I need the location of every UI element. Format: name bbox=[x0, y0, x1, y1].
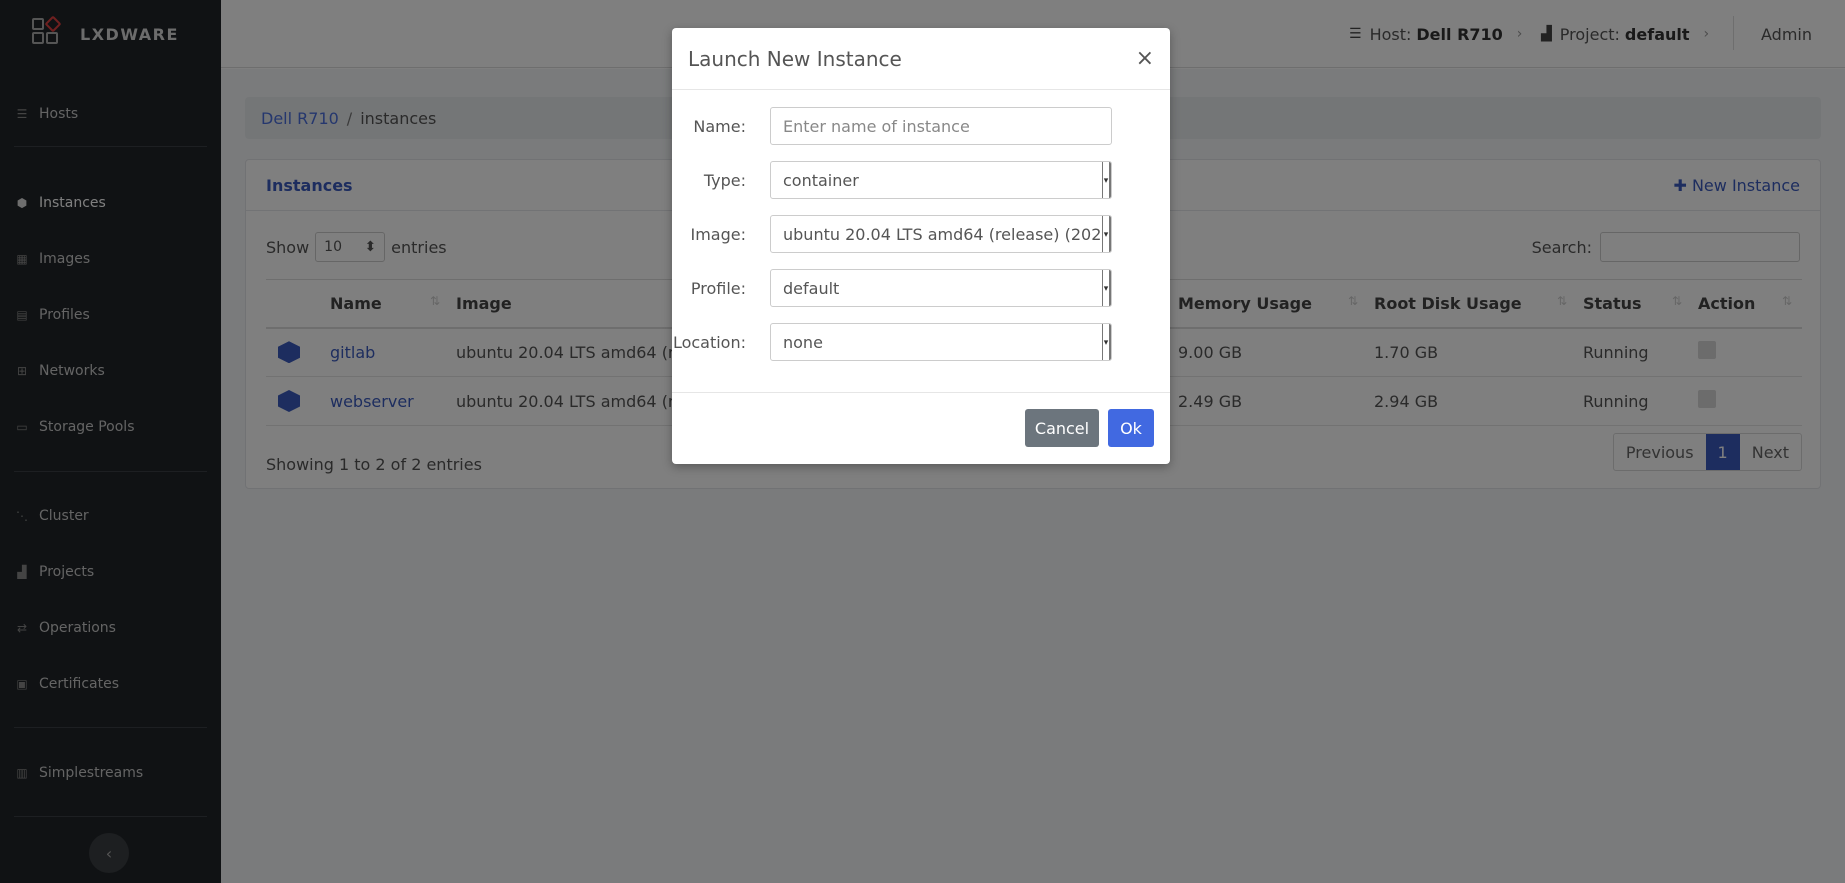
profile-row: Profile: default ▾ bbox=[672, 269, 1170, 307]
location-label: Location: bbox=[672, 332, 746, 352]
name-label: Name: bbox=[693, 116, 746, 136]
dropdown-arrow-icon: ▾ bbox=[1102, 270, 1111, 306]
modal-footer: Cancel Ok bbox=[672, 392, 1170, 464]
dropdown-arrow-icon: ▾ bbox=[1102, 324, 1111, 360]
type-label: Type: bbox=[703, 170, 746, 190]
close-icon[interactable]: × bbox=[1136, 46, 1154, 71]
modal-title: Launch New Instance bbox=[688, 46, 902, 71]
location-row: Location: none ▾ bbox=[672, 323, 1170, 361]
image-row: Image: ubuntu 20.04 LTS amd64 (release) … bbox=[672, 215, 1170, 253]
profile-select[interactable]: default ▾ bbox=[770, 269, 1112, 307]
location-value: none bbox=[783, 332, 823, 352]
type-row: Type: container ▾ bbox=[672, 161, 1170, 199]
launch-instance-modal: Launch New Instance × Name: Enter name o… bbox=[672, 28, 1170, 464]
type-value: container bbox=[783, 170, 859, 190]
modal-header: Launch New Instance × bbox=[672, 28, 1170, 90]
profile-value: default bbox=[783, 278, 840, 298]
dropdown-arrow-icon: ▾ bbox=[1102, 216, 1111, 252]
image-label: Image: bbox=[690, 224, 747, 244]
instance-name-input[interactable]: Enter name of instance bbox=[770, 107, 1112, 145]
image-select[interactable]: ubuntu 20.04 LTS amd64 (release) (202101… bbox=[770, 215, 1112, 253]
cancel-button[interactable]: Cancel bbox=[1025, 409, 1099, 447]
location-select[interactable]: none ▾ bbox=[770, 323, 1112, 361]
type-select[interactable]: container ▾ bbox=[770, 161, 1112, 199]
image-value: ubuntu 20.04 LTS amd64 (release) (202101… bbox=[783, 224, 1112, 244]
ok-button[interactable]: Ok bbox=[1108, 409, 1154, 447]
name-row: Name: Enter name of instance bbox=[672, 107, 1170, 145]
dropdown-arrow-icon: ▾ bbox=[1102, 162, 1111, 198]
profile-label: Profile: bbox=[690, 278, 746, 298]
